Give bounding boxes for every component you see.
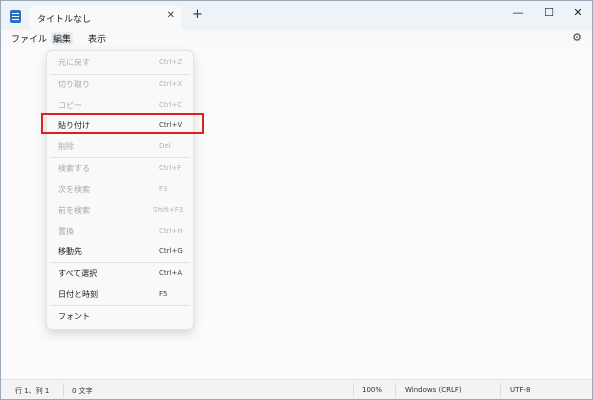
- menu-item-shortcut: Ctrl+Z: [159, 58, 183, 66]
- menu-item-label: フォント: [58, 312, 90, 321]
- status-divider: [63, 383, 64, 397]
- minimize-icon[interactable]: —: [503, 4, 533, 22]
- status-line-ending[interactable]: Windows (CRLF): [405, 386, 462, 394]
- menu-item-label: 削除: [58, 142, 74, 151]
- status-divider: [500, 383, 501, 397]
- notepad-app-icon: [10, 10, 21, 23]
- new-tab-icon[interactable]: +: [192, 7, 203, 22]
- status-divider: [353, 383, 354, 397]
- menu-item-shortcut: F3: [159, 185, 168, 193]
- status-cursor-position: 行 1、列 1: [15, 387, 50, 395]
- menu-separator: [50, 262, 190, 263]
- close-window-icon[interactable]: ✕: [563, 4, 592, 22]
- menu-separator: [50, 305, 190, 306]
- menu-item-font[interactable]: フォント: [47, 307, 193, 327]
- menu-item-label: 置換: [58, 227, 74, 236]
- menu-edit[interactable]: 編集: [51, 32, 74, 45]
- menu-item-shortcut: F5: [159, 290, 168, 298]
- menu-item-label: コピー: [58, 101, 82, 110]
- menu-item-find[interactable]: 検索する Ctrl+F: [47, 159, 193, 179]
- menu-item-shortcut: Shift+F3: [153, 206, 184, 214]
- menu-item-shortcut: Ctrl+H: [159, 227, 183, 235]
- menu-item-go-to[interactable]: 移動先 Ctrl+G: [47, 242, 193, 262]
- menu-item-label: 次を検索: [58, 185, 90, 194]
- menu-item-label: 検索する: [58, 164, 90, 173]
- tab-untitled[interactable]: タイトルなし ✕: [29, 6, 181, 30]
- menu-item-shortcut: Ctrl+X: [159, 80, 183, 88]
- menu-item-select-all[interactable]: すべて選択 Ctrl+A: [47, 264, 193, 284]
- menu-item-shortcut: Ctrl+G: [159, 247, 183, 255]
- menu-item-shortcut: Ctrl+A: [159, 269, 183, 277]
- edit-dropdown-menu: 元に戻す Ctrl+Z 切り取り Ctrl+X コピー Ctrl+C 貼り付け …: [46, 50, 194, 330]
- status-encoding[interactable]: UTF-8: [510, 386, 530, 394]
- status-zoom[interactable]: 100%: [362, 386, 382, 394]
- tab-close-icon[interactable]: ✕: [167, 10, 175, 21]
- menu-item-shortcut: Ctrl+C: [159, 101, 183, 109]
- tab-title: タイトルなし: [37, 15, 92, 25]
- menu-item-shortcut: Ctrl+F: [159, 164, 182, 172]
- status-divider: [395, 383, 396, 397]
- menu-item-replace[interactable]: 置換 Ctrl+H: [47, 222, 193, 242]
- status-char-count: 0 文字: [72, 387, 93, 395]
- menu-item-shortcut: Del: [159, 142, 171, 150]
- menu-item-undo[interactable]: 元に戻す Ctrl+Z: [47, 53, 193, 73]
- menu-item-label: 前を検索: [58, 206, 90, 215]
- title-bar: タイトルなし ✕ + — ☐ ✕: [1, 1, 592, 30]
- menu-view[interactable]: 表示: [86, 32, 108, 45]
- menu-bar: ファイル 編集 表示 ⚙: [1, 30, 592, 48]
- menu-file[interactable]: ファイル: [9, 32, 49, 45]
- menu-item-find-next[interactable]: 次を検索 F3: [47, 180, 193, 200]
- maximize-icon[interactable]: ☐: [534, 4, 564, 22]
- menu-separator: [50, 157, 190, 158]
- menu-item-label: 切り取り: [58, 80, 90, 89]
- menu-item-date-time[interactable]: 日付と時刻 F5: [47, 285, 193, 305]
- notepad-window: タイトルなし ✕ + — ☐ ✕ ファイル 編集 表示 ⚙ 元に戻す Ctrl+…: [0, 0, 593, 400]
- menu-item-find-previous[interactable]: 前を検索 Shift+F3: [47, 201, 193, 221]
- menu-item-label: 日付と時刻: [58, 290, 98, 299]
- menu-item-label: 移動先: [58, 247, 82, 256]
- gear-icon[interactable]: ⚙: [572, 31, 582, 44]
- menu-item-delete[interactable]: 削除 Del: [47, 137, 193, 157]
- menu-item-label: すべて選択: [58, 269, 98, 278]
- menu-item-label: 元に戻す: [58, 58, 90, 67]
- menu-item-cut[interactable]: 切り取り Ctrl+X: [47, 75, 193, 95]
- status-bar: 行 1、列 1 0 文字 100% Windows (CRLF) UTF-8: [1, 379, 592, 399]
- paste-highlight-box: [41, 113, 204, 134]
